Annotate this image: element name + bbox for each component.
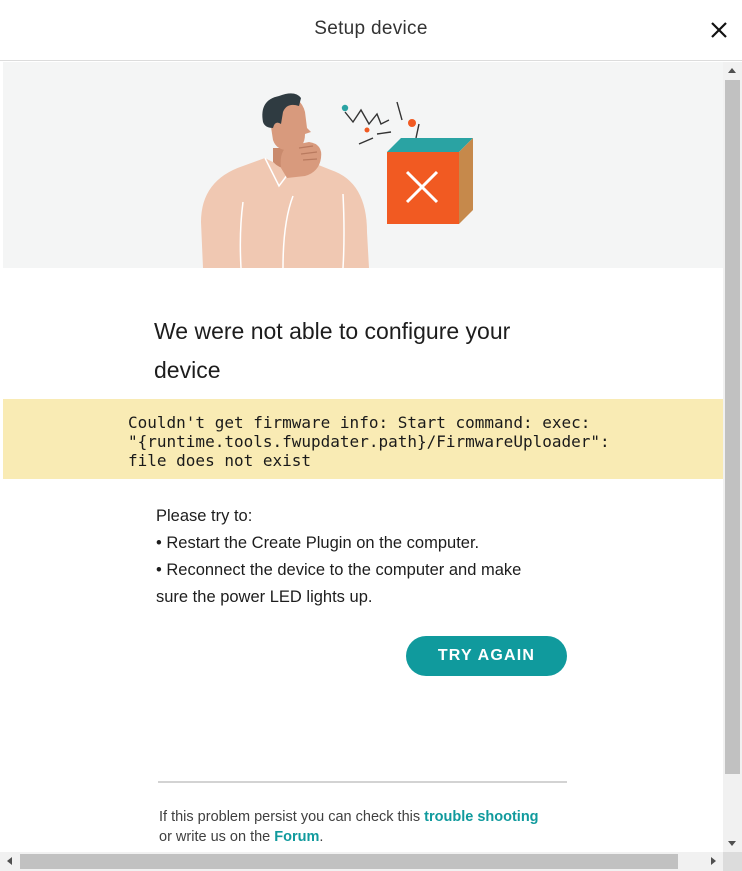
dialog-title: Setup device [314,18,428,39]
help-footer: If this problem persist you can check th… [159,807,579,847]
illustration-panel [3,62,723,268]
vertical-scrollbar-thumb[interactable] [725,80,740,774]
scroll-up-icon[interactable] [728,68,736,73]
footer-text: or write us on the [159,829,275,845]
horizontal-scrollbar-thumb[interactable] [20,854,678,869]
horizontal-scrollbar[interactable] [0,852,723,871]
scroll-right-icon[interactable] [711,857,716,865]
tips-intro: Please try to: [156,507,253,525]
footer-divider [158,781,567,783]
close-icon [711,22,727,38]
confused-person-with-failed-device-illustration [201,93,473,268]
error-message-text: Couldn't get firmware info: Start comman… [128,413,610,470]
dialog-content: We were not able to configure your devic… [3,62,723,852]
error-heading: We were not able to configure your devic… [154,318,511,383]
dialog-header: Setup device [0,0,742,61]
footer-text: . [319,829,324,845]
vertical-scrollbar[interactable] [723,62,742,852]
scrollbar-corner [723,852,742,871]
troubleshooting-tips: Please try to: • Restart the Create Plug… [156,503,556,611]
close-button[interactable] [705,16,733,44]
scroll-down-icon[interactable] [728,841,736,846]
scroll-left-icon[interactable] [7,857,12,865]
footer-text: If this problem persist you can check th… [159,809,425,825]
forum-link[interactable]: Forum [274,829,319,845]
trouble-shooting-link[interactable]: trouble shooting [424,809,538,825]
try-again-button[interactable]: TRY AGAIN [406,636,567,676]
tip-item: • Restart the Create Plugin on the compu… [156,534,480,552]
error-message-box: Couldn't get firmware info: Start comman… [3,399,723,479]
tip-item: • Reconnect the device to the computer a… [156,561,522,606]
